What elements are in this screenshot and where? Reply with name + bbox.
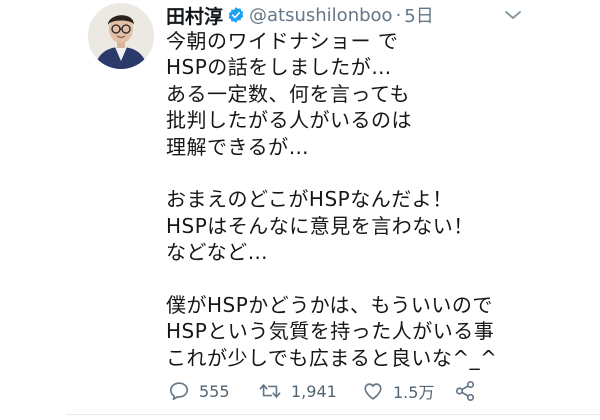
- reply-button[interactable]: 555: [168, 380, 258, 402]
- tweet-header: 田村淳 @atsushilonboo · 5日: [166, 2, 434, 28]
- heart-icon: [362, 380, 384, 402]
- retweet-icon: [258, 380, 282, 402]
- avatar[interactable]: [88, 3, 154, 69]
- tweet-line: HSPの話をしましたが…: [166, 55, 392, 80]
- tweet-line: 今朝のワイドナショー で: [166, 29, 399, 53]
- tweet-text: 今朝のワイドナショー で HSPの話をしましたが… ある一定数、何を言っても 批…: [166, 28, 586, 371]
- tweet-line: 僕がHSPかどうかは、もういいので: [166, 292, 493, 317]
- tweet-actions: 555 1,941 1.5万: [168, 376, 476, 406]
- tweet-line: 理解できるが…: [166, 134, 310, 159]
- author-name[interactable]: 田村淳: [166, 2, 223, 29]
- like-count: 1.5万: [393, 383, 435, 402]
- reply-icon: [168, 380, 190, 402]
- author-handle[interactable]: @atsushilonboo: [249, 5, 393, 26]
- share-button[interactable]: [454, 380, 476, 402]
- tweet[interactable]: 田村淳 @atsushilonboo · 5日 今朝のワイドナショー で HSP…: [0, 0, 600, 420]
- tweet-line: これが少しでも広まると良いな^_^: [166, 345, 498, 370]
- separator-dot: ·: [395, 4, 402, 26]
- avatar-image: [88, 3, 154, 69]
- divider: [66, 414, 600, 415]
- verified-badge-icon: [227, 6, 245, 24]
- tweet-line: 批判したがる人がいるのは: [166, 108, 412, 133]
- tweet-line: HSPはそんなに意見を言わない！: [166, 213, 474, 238]
- tweet-line: おまえのどこがHSPなんだよ！: [166, 187, 453, 212]
- tweet-line: HSPという気質を持った人がいる事: [166, 319, 495, 344]
- retweet-count: 1,941: [291, 381, 337, 401]
- tweet-line: ある一定数、何を言っても: [166, 81, 410, 106]
- reply-count: 555: [199, 381, 230, 401]
- tweet-line: などなど…: [166, 240, 269, 265]
- tweet-timestamp[interactable]: 5日: [404, 2, 433, 28]
- share-icon: [454, 380, 476, 402]
- retweet-button[interactable]: 1,941: [258, 380, 362, 402]
- like-button[interactable]: 1.5万: [362, 379, 454, 403]
- chevron-down-icon[interactable]: [504, 6, 522, 19]
